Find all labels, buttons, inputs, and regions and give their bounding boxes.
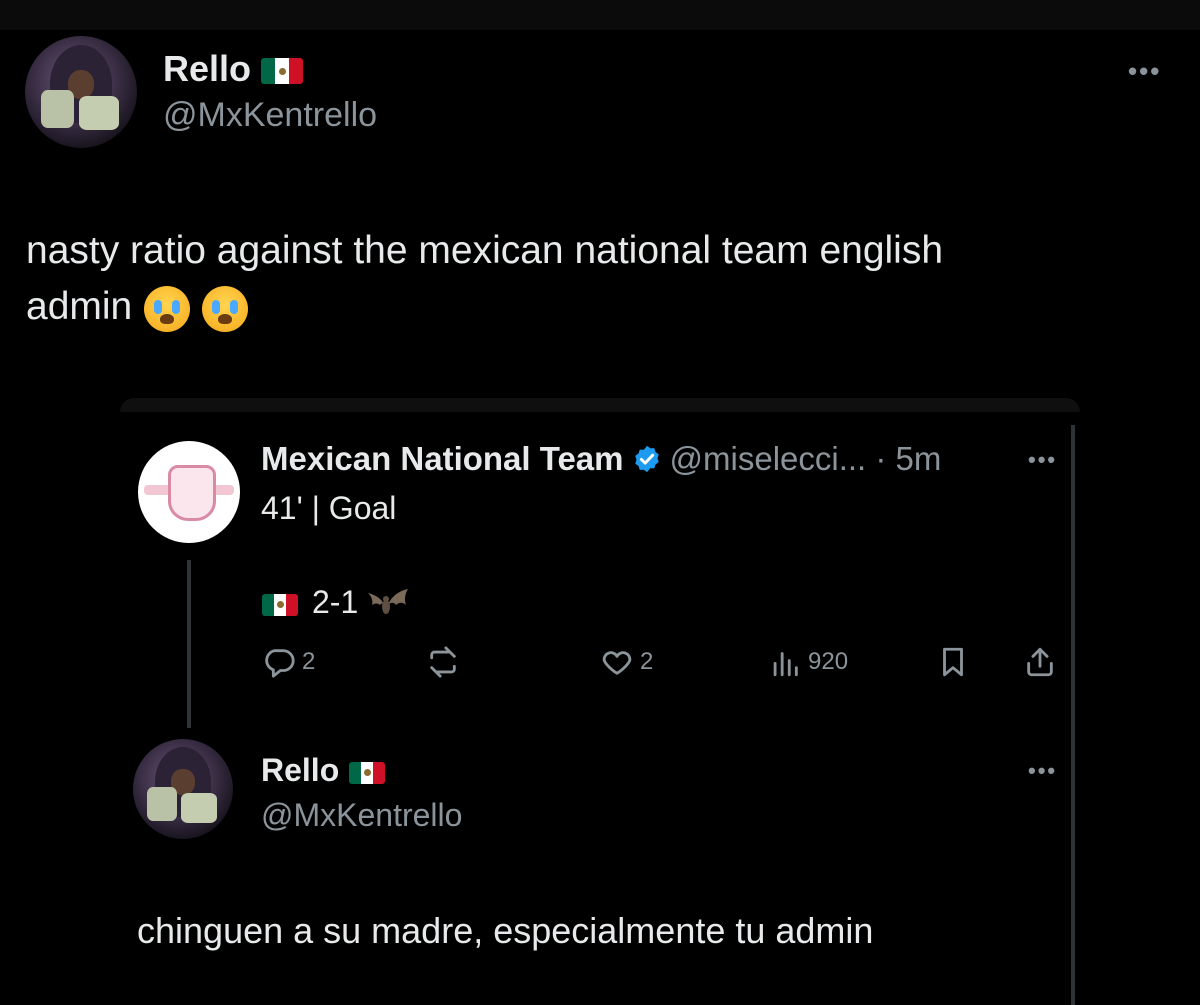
bat-icon (368, 588, 409, 614)
loudly-crying-emoji-icon (144, 285, 191, 332)
reply-icon (265, 649, 295, 678)
reply-tweet-text: chinguen a su madre, especialmente tu ad… (137, 910, 874, 951)
reply-handle[interactable]: @MxKentrello (261, 797, 462, 834)
repost-button[interactable] (425, 645, 461, 679)
tweet-text-line: admin (26, 279, 943, 335)
views-button[interactable]: 920 (768, 645, 848, 679)
more-options-icon[interactable]: ••• (1128, 58, 1161, 84)
display-name-text: Rello (163, 48, 252, 89)
heart-icon (602, 651, 632, 675)
like-button[interactable]: 2 (600, 645, 653, 679)
quoted-handle-time[interactable]: @miselecci... · 5m (670, 440, 942, 477)
quote-card-right-edge (1071, 425, 1075, 1005)
bookmark-icon (943, 647, 963, 677)
reply-count: 2 (302, 648, 316, 675)
loudly-crying-emoji-icon (202, 285, 249, 332)
action-bar: 2 2 920 (0, 645, 1200, 679)
like-count: 2 (640, 648, 654, 675)
more-options-icon[interactable]: ••• (1028, 449, 1057, 471)
avatar[interactable] (25, 36, 137, 148)
quoted-tweet-header: Mexican National Team @miselecci... · 5m (261, 440, 941, 478)
thread-connector-line (187, 560, 191, 728)
avatar[interactable] (133, 739, 233, 839)
top-status-strip (0, 0, 1200, 30)
reply-display-name[interactable]: Rello (261, 752, 386, 789)
quoted-tweet-text: 41' | Goal (261, 490, 397, 526)
mexico-flag-icon (349, 761, 386, 784)
main-tweet-text: nasty ratio against the mexican national… (26, 223, 943, 335)
score-line: 2-1 (262, 584, 410, 623)
more-options-icon[interactable]: ••• (1028, 760, 1057, 782)
main-handle[interactable]: @MxKentrello (163, 96, 377, 135)
score-text: 2-1 (312, 584, 359, 620)
main-display-name[interactable]: Rello (163, 48, 304, 90)
verified-badge-icon (634, 446, 659, 473)
views-count: 920 (808, 648, 849, 675)
tweet-text-line: nasty ratio against the mexican national… (26, 229, 944, 272)
display-name-text: Rello (261, 752, 340, 788)
bookmark-button[interactable] (936, 645, 970, 679)
tweet-text-word: admin (26, 285, 133, 328)
reply-button[interactable]: 2 (262, 645, 315, 679)
share-icon (1027, 647, 1053, 677)
mexico-flag-icon (262, 593, 298, 616)
share-button[interactable] (1023, 645, 1057, 679)
mexican-national-team-avatar[interactable] (138, 441, 240, 543)
repost-icon (430, 646, 456, 678)
views-bar-chart-icon (773, 652, 798, 677)
mexico-flag-icon (261, 58, 304, 85)
quote-card-top-edge (120, 398, 1080, 412)
quoted-display-name[interactable]: Mexican National Team (261, 440, 624, 477)
